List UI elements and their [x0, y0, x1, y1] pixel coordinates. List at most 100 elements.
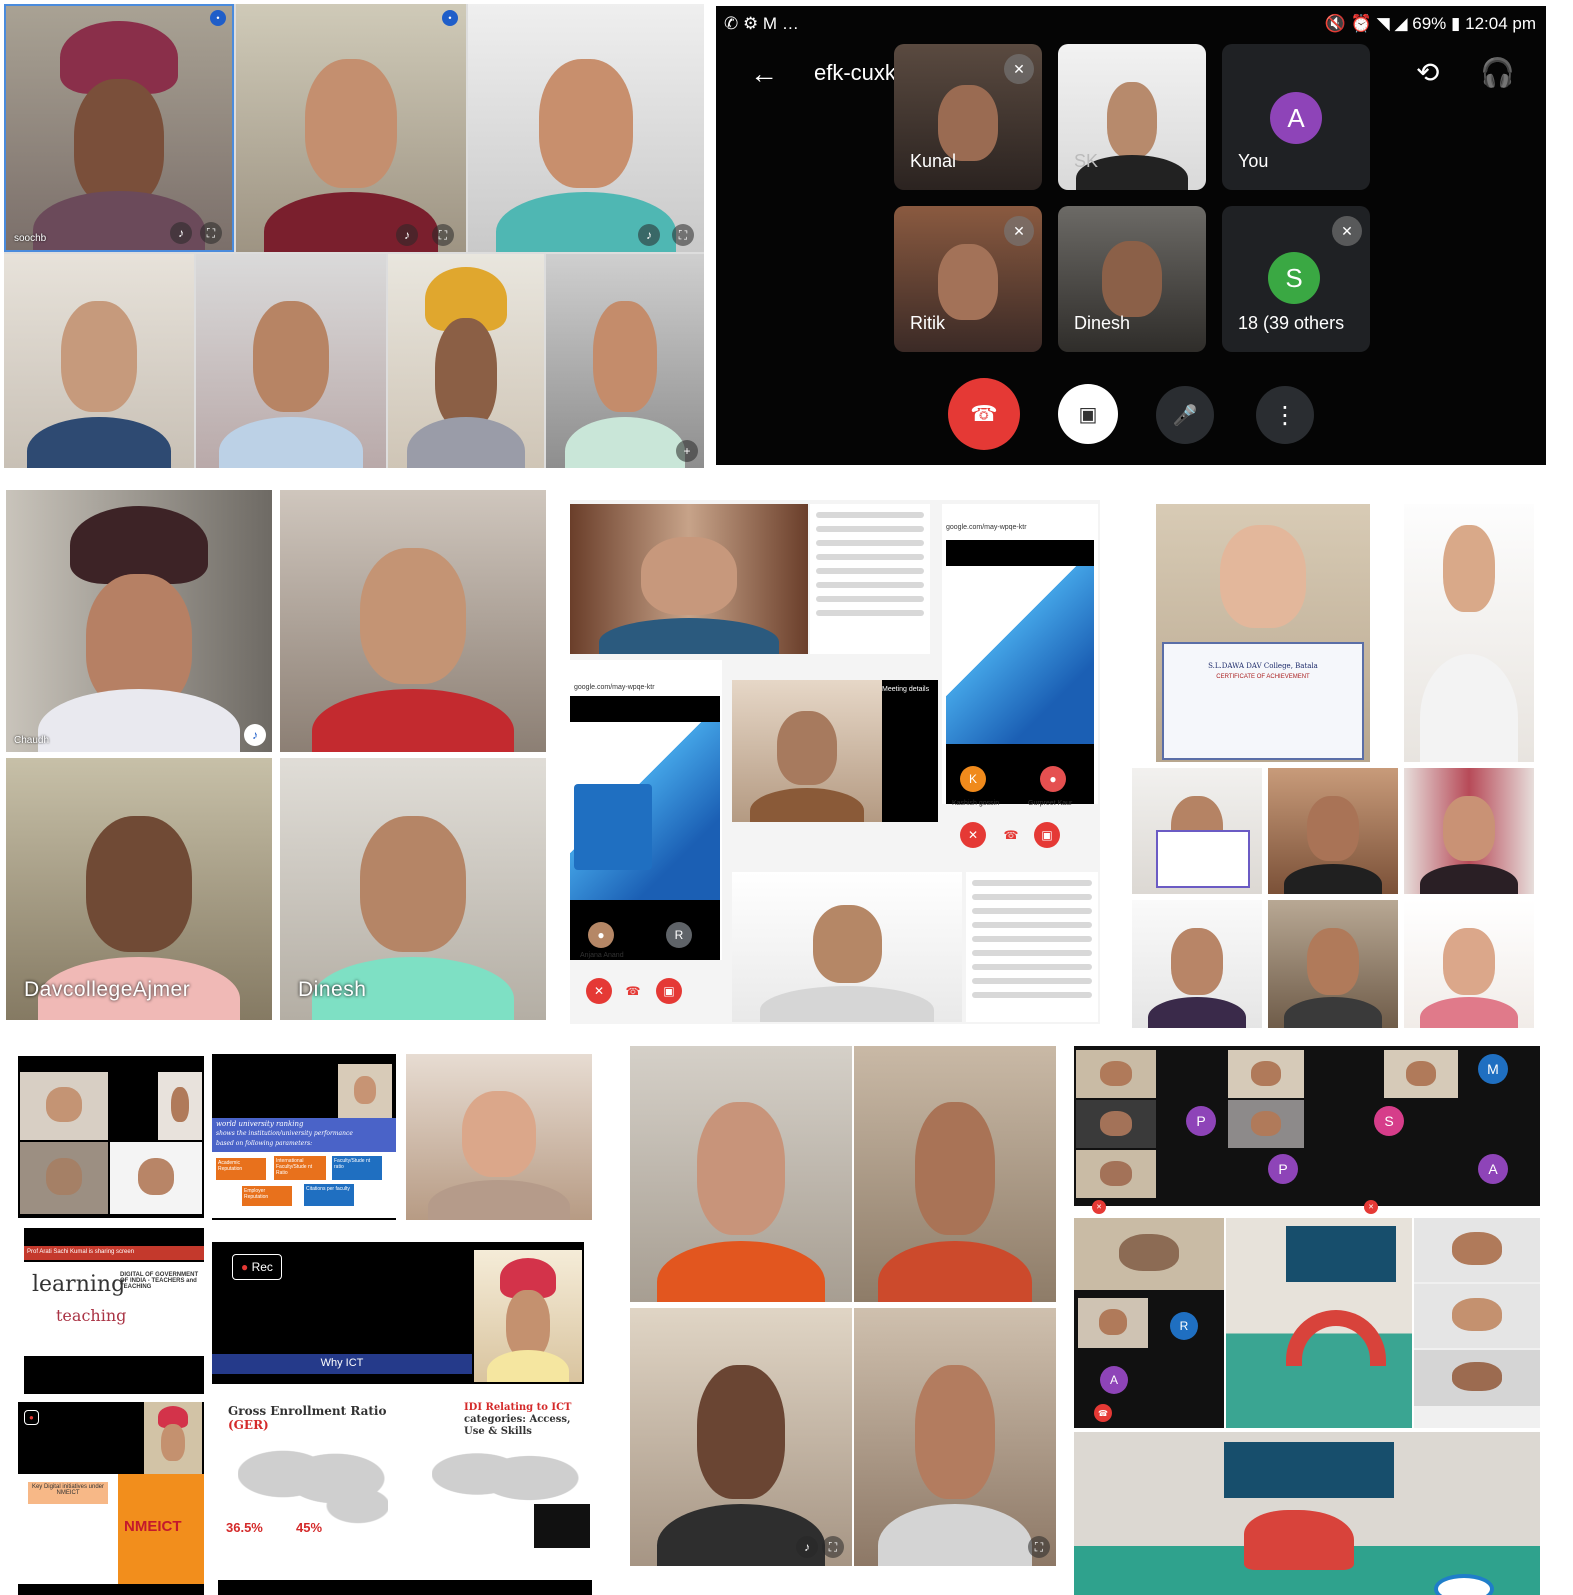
- participant-tile[interactable]: [4, 254, 194, 468]
- ranking-box: Employer Reputation: [242, 1186, 292, 1206]
- idi-line: Use & Skills: [464, 1426, 532, 1437]
- recording-badge: ● Rec: [232, 1254, 282, 1280]
- participant-tile[interactable]: soochb ♪ ⛶ •: [4, 4, 234, 252]
- ranking-box: Citations per faculty: [304, 1184, 354, 1206]
- participant-tile[interactable]: Chaudh ♪: [6, 490, 272, 752]
- expand-icon[interactable]: ⛶: [432, 224, 454, 246]
- mic-off-icon: ✕: [1332, 216, 1362, 246]
- certificate-college: S.L.DAWA DAV College, Batala: [1208, 662, 1318, 670]
- camera-toggle-button[interactable]: ▣: [1058, 384, 1118, 444]
- participant-name: You: [1238, 151, 1269, 171]
- pin-icon[interactable]: ♪: [170, 222, 192, 244]
- avatar: ●: [1040, 766, 1066, 792]
- mic-off-button[interactable]: ✕: [1092, 1200, 1106, 1214]
- doc-word: learning: [32, 1272, 126, 1297]
- mic-off-button[interactable]: ✕: [1364, 1200, 1378, 1214]
- battery-icon: ▮: [1451, 14, 1466, 33]
- participant-tile[interactable]: [732, 680, 882, 822]
- mic-off-button[interactable]: ✕: [960, 822, 986, 848]
- participant-tile-dinesh[interactable]: Dinesh: [1058, 206, 1206, 352]
- mic-button[interactable]: 🎤: [1156, 386, 1214, 444]
- more-icon[interactable]: •: [210, 10, 226, 26]
- participant-tile[interactable]: +: [546, 254, 704, 468]
- participant-tile[interactable]: DavcollegeAjmer: [6, 758, 272, 1020]
- add-person-icon[interactable]: +: [676, 440, 698, 462]
- participant-tile[interactable]: [196, 254, 386, 468]
- participant-tile-kunal[interactable]: ✕ Kunal: [894, 44, 1042, 190]
- avatar: A: [1100, 1366, 1128, 1394]
- ranking-box: Academic Reputation: [216, 1158, 266, 1180]
- pin-icon[interactable]: ♪: [638, 224, 660, 246]
- pin-icon[interactable]: ♪: [396, 224, 418, 246]
- presenter-name: Gurpreet Kaur: [1028, 800, 1073, 807]
- doc-title: DIGITAL OF GOVERNMENT OF INDIA - TEACHER…: [120, 1272, 199, 1290]
- expand-icon[interactable]: ⛶: [672, 224, 694, 246]
- participant-tile[interactable]: [570, 504, 808, 654]
- participant-tile[interactable]: ♪ ⛶: [468, 4, 704, 252]
- participant-photo: [1404, 504, 1534, 762]
- participant-tile[interactable]: ♪ ⛶ •: [236, 4, 466, 252]
- record-icon: ●: [29, 1413, 34, 1422]
- avatar: S: [1268, 252, 1320, 304]
- participant-tile-ritik[interactable]: ✕ Ritik: [894, 206, 1042, 352]
- avatar: ●: [588, 922, 614, 948]
- end-call-button[interactable]: ☎: [948, 378, 1020, 450]
- world-map: [238, 1438, 388, 1528]
- ranking-text: based on following parameters:: [216, 1140, 313, 1147]
- ranking-text: shows the institution/university perform…: [216, 1130, 353, 1137]
- camera-off-button[interactable]: ▣: [1034, 822, 1060, 848]
- expand-icon[interactable]: ⛶: [1028, 1536, 1050, 1558]
- audio-output-icon[interactable]: 🎧: [1480, 56, 1515, 89]
- mic-off-button[interactable]: ✕: [586, 978, 612, 1004]
- camera-off-button[interactable]: ▣: [656, 978, 682, 1004]
- participant-photo: [1268, 768, 1398, 894]
- switch-camera-icon[interactable]: ⟲: [1416, 56, 1439, 89]
- participant-tile[interactable]: [732, 872, 962, 1022]
- participant-tile-you[interactable]: A You: [1222, 44, 1370, 190]
- more-icon[interactable]: •: [442, 10, 458, 26]
- participant-tile[interactable]: [630, 1046, 852, 1302]
- participant-name: SK: [1074, 151, 1099, 171]
- end-call-button[interactable]: ☎: [1094, 1404, 1112, 1422]
- more-options-button[interactable]: ⋮: [1256, 386, 1314, 444]
- url-bar[interactable]: google.com/may-wpqe-ktr: [946, 524, 1027, 531]
- screen-share-collage: google.com/may-wpqe-ktr K ● Kashish goss…: [570, 500, 1100, 1024]
- participant-photo: [1268, 900, 1398, 1028]
- expand-icon[interactable]: ⛶: [822, 1536, 844, 1558]
- dav-video-grid: Chaudh ♪ DavcollegeAjmer Dinesh: [6, 490, 546, 1020]
- participant-tile[interactable]: [280, 490, 546, 752]
- participant-name: Dinesh: [298, 978, 367, 1001]
- yoga-video: [1226, 1218, 1412, 1428]
- participant-tile[interactable]: Dinesh: [280, 758, 546, 1020]
- avatar: R: [666, 922, 692, 948]
- certificate-title: CERTIFICATE OF ACHIEVEMENT: [1216, 674, 1310, 680]
- status-bar: ✆ ⚙ M … 🔇 ⏰ ◥ ◢ 69% ▮ 12:04 pm: [724, 14, 1536, 38]
- key-digital-box: Key Digital initiatives under NMEICT: [28, 1482, 108, 1504]
- avatar: S: [1374, 1106, 1404, 1136]
- participant-tile[interactable]: [388, 254, 544, 468]
- mic-icon: 🎤: [1172, 404, 1198, 427]
- pin-icon[interactable]: ♪: [244, 724, 266, 746]
- participant-tile-others[interactable]: ✕ S 18 (39 others: [1222, 206, 1370, 352]
- participant-tile[interactable]: ♪ ⛶: [630, 1308, 852, 1566]
- url-bar[interactable]: google.com/may-wpqe-ktr: [574, 684, 655, 691]
- nmeict-logo: NMEICT: [124, 1518, 182, 1535]
- signal-icons: 🔇 ⏰ ◥ ◢: [1324, 14, 1413, 33]
- mic-off-icon: ✕: [1004, 216, 1034, 246]
- battery-level: 69%: [1412, 14, 1447, 33]
- participant-tile[interactable]: ⛶: [854, 1308, 1056, 1566]
- participant-tile-sk[interactable]: SK: [1058, 44, 1206, 190]
- presenter-name: Anjana Anand: [580, 952, 624, 959]
- expand-icon[interactable]: ⛶: [200, 222, 222, 244]
- participant-tile[interactable]: [854, 1046, 1056, 1302]
- record-icon: ●: [241, 1260, 249, 1274]
- notification-icons: ✆ ⚙ M …: [724, 14, 799, 33]
- avatar: A: [1270, 92, 1322, 144]
- back-arrow-icon[interactable]: ←: [750, 58, 778, 90]
- end-call-button[interactable]: ☎: [998, 822, 1024, 848]
- end-call-button[interactable]: ☎: [620, 978, 646, 1004]
- participant-list: [966, 872, 1098, 1022]
- participant-tile[interactable]: [406, 1054, 592, 1220]
- avatar: R: [1170, 1312, 1198, 1340]
- mic-icon[interactable]: ♪: [796, 1536, 818, 1558]
